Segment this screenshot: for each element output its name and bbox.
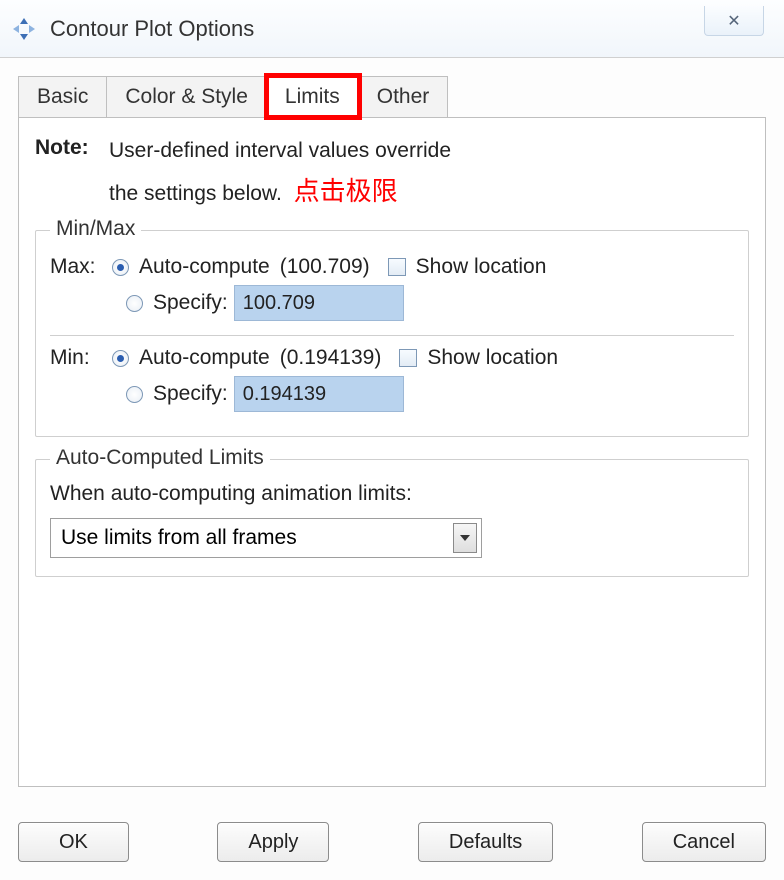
note-text-line1: User-defined interval values override (109, 136, 451, 165)
close-button[interactable]: ✕ (704, 6, 764, 36)
max-auto-value: (100.709) (280, 255, 370, 279)
tab-color-style[interactable]: Color & Style (107, 76, 267, 117)
min-specify-row: Specify: (126, 376, 734, 412)
tab-basic[interactable]: Basic (18, 76, 107, 117)
note-text-line2: the settings below. (109, 182, 282, 205)
tab-row: Basic Color & Style Limits Other (18, 76, 766, 117)
max-auto-radio[interactable] (112, 259, 129, 276)
max-specify-label: Specify: (153, 291, 228, 315)
min-show-location-checkbox[interactable] (399, 349, 417, 367)
minmax-divider (50, 335, 734, 336)
max-show-location-label: Show location (416, 255, 547, 279)
auto-limits-selected: Use limits from all frames (61, 526, 297, 550)
min-label: Min: (50, 346, 112, 370)
min-specify-radio[interactable] (126, 386, 143, 403)
tab-other[interactable]: Other (359, 76, 449, 117)
tab-limits[interactable]: Limits (267, 76, 359, 117)
min-specify-label: Specify: (153, 382, 228, 406)
button-row: OK Apply Defaults Cancel (18, 822, 766, 862)
min-auto-value: (0.194139) (280, 346, 382, 370)
auto-limits-legend: Auto-Computed Limits (50, 446, 270, 470)
app-icon (10, 15, 38, 43)
auto-limits-prompt: When auto-computing animation limits: (50, 482, 734, 506)
max-label: Max: (50, 255, 112, 279)
tab-panel: Note: User-defined interval values overr… (18, 117, 766, 787)
apply-button[interactable]: Apply (217, 822, 329, 862)
min-auto-row: Min: Auto-compute (0.194139) Show locati… (50, 346, 734, 370)
defaults-button[interactable]: Defaults (418, 822, 553, 862)
dialog-window: Contour Plot Options ✕ Basic Color & Sty… (0, 0, 784, 880)
auto-limits-fieldset: Auto-Computed Limits When auto-computing… (35, 459, 749, 577)
chevron-down-icon (453, 523, 477, 553)
note-row: Note: User-defined interval values overr… (35, 136, 749, 165)
note-text-line2-row: the settings below. 点击极限 (109, 171, 749, 208)
max-specify-input[interactable] (234, 285, 404, 321)
window-title: Contour Plot Options (50, 16, 254, 42)
min-show-location-label: Show location (427, 346, 558, 370)
max-show-location-checkbox[interactable] (388, 258, 406, 276)
ok-button[interactable]: OK (18, 822, 129, 862)
min-auto-radio[interactable] (112, 350, 129, 367)
minmax-fieldset: Min/Max Max: Auto-compute (100.709) Show… (35, 230, 749, 437)
title-bar: Contour Plot Options (0, 0, 784, 58)
max-auto-label: Auto-compute (139, 255, 270, 279)
note-label: Note: (35, 136, 95, 165)
minmax-legend: Min/Max (50, 217, 141, 241)
auto-limits-select[interactable]: Use limits from all frames (50, 518, 482, 558)
max-specify-row: Specify: (126, 285, 734, 321)
max-specify-radio[interactable] (126, 295, 143, 312)
content-area: Basic Color & Style Limits Other Note: U… (0, 58, 784, 787)
cancel-button[interactable]: Cancel (642, 822, 766, 862)
annotation-overlay: 点击极限 (294, 171, 398, 208)
max-auto-row: Max: Auto-compute (100.709) Show locatio… (50, 255, 734, 279)
min-specify-input[interactable] (234, 376, 404, 412)
close-icon: ✕ (727, 11, 740, 31)
min-auto-label: Auto-compute (139, 346, 270, 370)
